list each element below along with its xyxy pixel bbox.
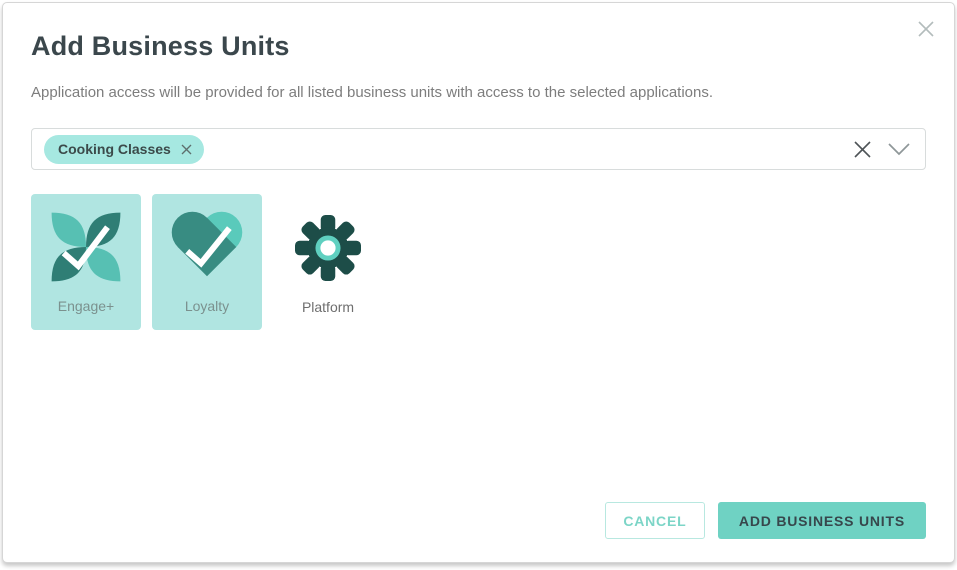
chip-remove-x-icon[interactable]: [180, 143, 193, 156]
business-units-select[interactable]: Cooking Classes: [31, 128, 926, 170]
engage-leaf-check-icon: [43, 204, 129, 295]
app-label: Platform: [302, 299, 354, 315]
applications-list: Engage+ Loyalty: [31, 194, 926, 330]
cancel-button[interactable]: CANCEL: [605, 502, 705, 539]
app-tile-loyalty[interactable]: Loyalty: [152, 194, 262, 330]
close-icon[interactable]: [914, 17, 938, 41]
app-tile-engage[interactable]: Engage+: [31, 194, 141, 330]
dialog-description: Application access will be provided for …: [31, 84, 926, 101]
dialog-footer: CANCEL ADD BUSINESS UNITS: [605, 502, 926, 539]
add-business-units-dialog: Add Business Units Application access wi…: [2, 2, 955, 563]
chip-label: Cooking Classes: [58, 141, 171, 157]
clear-x-icon[interactable]: [852, 139, 873, 160]
app-label: Engage+: [58, 298, 114, 314]
dialog-title: Add Business Units: [31, 31, 926, 62]
add-business-units-button[interactable]: ADD BUSINESS UNITS: [718, 502, 926, 539]
selected-chip: Cooking Classes: [44, 135, 204, 164]
loyalty-heart-check-icon: [164, 204, 250, 295]
app-tile-platform[interactable]: Platform: [273, 194, 383, 330]
chevron-down-icon[interactable]: [887, 142, 911, 156]
platform-gear-icon: [295, 215, 361, 286]
app-label: Loyalty: [185, 298, 229, 314]
